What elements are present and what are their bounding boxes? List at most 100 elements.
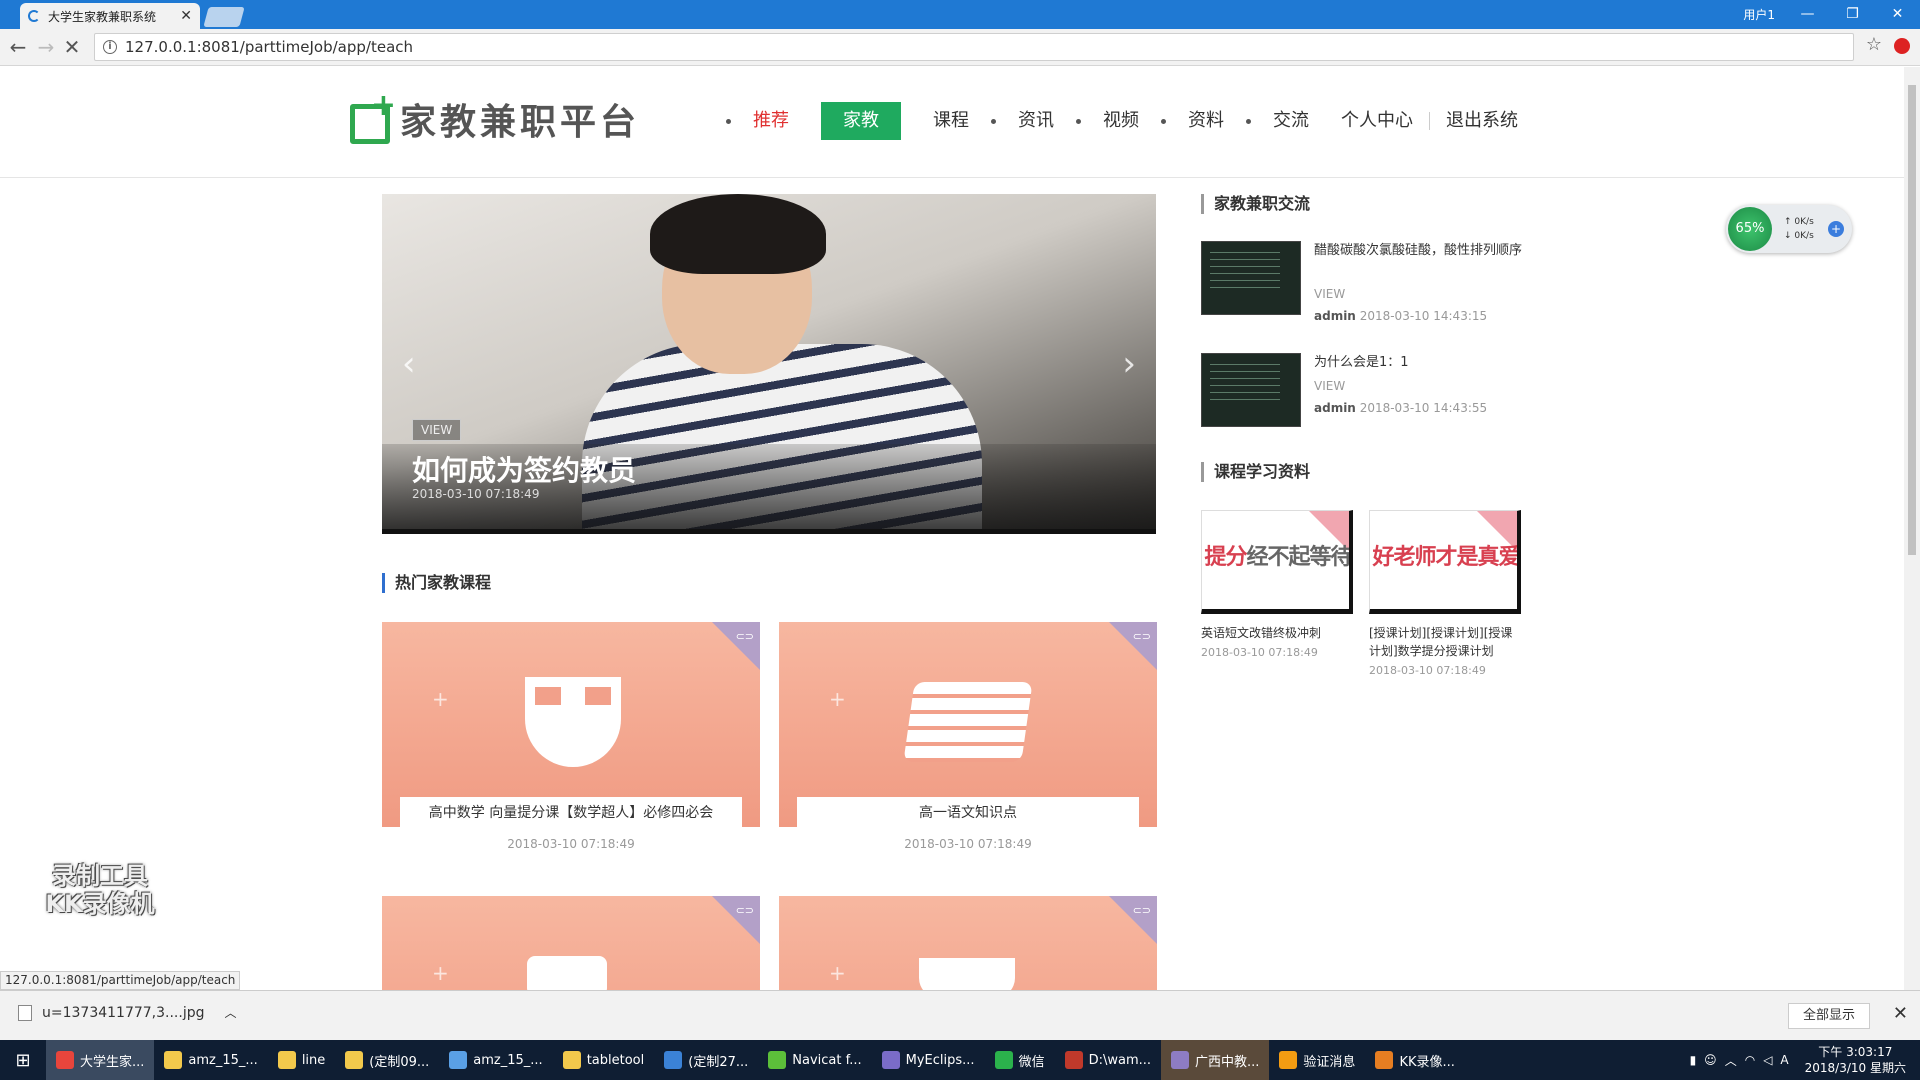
close-icon[interactable]: ✕ — [1893, 1003, 1908, 1024]
course-card[interactable]: ⊂⊃ + — [382, 896, 760, 990]
slider-prev-arrow[interactable]: ‹ — [402, 344, 416, 384]
taskbar-app-label: line — [301, 1052, 326, 1068]
clock[interactable]: 下午 3:03:17 2018/3/10 星期六 — [1805, 1044, 1906, 1076]
taskbar-app[interactable]: (定制09... — [335, 1040, 439, 1080]
material-date: 2018-03-10 07:18:49 — [1369, 664, 1486, 677]
slide-view-tag[interactable]: VIEW — [412, 419, 462, 441]
battery-icon[interactable]: ▮ — [1690, 1053, 1697, 1067]
taskbar-app[interactable]: tabletool — [553, 1040, 655, 1080]
plus-icon[interactable]: + — [1828, 221, 1844, 237]
app-icon — [562, 1051, 581, 1069]
taskbar-app[interactable]: MyEclips... — [872, 1040, 985, 1080]
material-name[interactable]: [授课计划][授课计划][授课计划]数学提分授课计划 — [1369, 624, 1521, 660]
close-window-button[interactable]: ✕ — [1875, 3, 1920, 25]
taskbar-app-label: D:\wam... — [1088, 1052, 1152, 1068]
stop-loading-icon[interactable]: ✕ — [60, 35, 84, 59]
tag-icon: ⊂⊃ — [1132, 904, 1151, 917]
volume-icon[interactable]: ◁ — [1763, 1053, 1772, 1067]
nav-video[interactable]: 视频 — [1087, 102, 1155, 140]
nav-exchange[interactable]: 交流 — [1257, 102, 1325, 140]
hero-slider[interactable]: ‹ › VIEW 如何成为签约教员 2018-03-10 07:18:49 — [382, 194, 1156, 534]
windows-start-icon[interactable]: ⊞ — [0, 1040, 46, 1080]
taskbar-app[interactable]: 广西中教... — [1161, 1040, 1270, 1080]
exchange-item[interactable]: 为什么会是1：1 VIEW admin 2018-03-10 14:43:55 — [1201, 353, 1531, 427]
logo-text: 家教兼职平台 — [400, 102, 641, 143]
exchange-thumbnail[interactable] — [1201, 241, 1301, 315]
material-thumb-red-2: 才是真爱 — [1435, 545, 1520, 570]
download-item[interactable]: u=1373411777,3....jpg ︿ — [18, 1004, 237, 1021]
forward-arrow-icon[interactable]: → — [34, 35, 58, 59]
site-logo[interactable]: + 家教兼职平台 — [350, 88, 641, 145]
back-arrow-icon[interactable]: ← — [6, 35, 30, 59]
bookmark-star-icon[interactable]: ☆ — [1866, 34, 1882, 55]
image-file-icon — [18, 1004, 32, 1021]
course-card[interactable]: ⊂⊃ + 高中数学 向量提分课【数学超人】必修四必会 2018-03-10 07… — [382, 622, 760, 851]
taskbar-app[interactable]: 大学生家... — [46, 1040, 155, 1080]
course-date: 2018-03-10 07:18:49 — [507, 837, 635, 851]
link-status-bar: 127.0.0.1:8081/parttimeJob/app/teach — [0, 971, 241, 990]
download-filename[interactable]: u=1373411777,3....jpg — [42, 1005, 205, 1021]
taskbar-app[interactable]: D:\wam... — [1055, 1040, 1161, 1080]
exchange-item-title[interactable]: 醋酸碳酸次氯酸硅酸，酸性排列顺序 — [1314, 241, 1524, 261]
material-item[interactable]: 好老师才是真爱 [授课计划][授课计划][授课计划]数学提分授课计划 2018-… — [1369, 510, 1521, 677]
course-thumbnail[interactable]: ⊂⊃ + — [779, 896, 1157, 990]
course-title[interactable]: 高中数学 向量提分课【数学超人】必修四必会 — [400, 797, 742, 827]
chevron-up-icon[interactable]: ︿ — [225, 1004, 237, 1021]
scrollbar-thumb[interactable] — [1908, 85, 1916, 555]
new-tab-button[interactable] — [203, 7, 245, 27]
app-icon — [277, 1051, 296, 1069]
nav-materials[interactable]: 资料 — [1172, 102, 1240, 140]
show-all-downloads-button[interactable]: 全部显示 — [1787, 1003, 1870, 1029]
nav-personal-center[interactable]: 个人中心 — [1325, 102, 1429, 140]
extension-icon[interactable] — [1894, 38, 1910, 54]
ime-icon[interactable]: A — [1780, 1053, 1788, 1067]
exchange-item-title[interactable]: 为什么会是1：1 — [1314, 353, 1524, 373]
taskbar-app[interactable]: (定制27... — [654, 1040, 758, 1080]
tag-icon: ⊂⊃ — [735, 630, 754, 643]
exchange-item[interactable]: 醋酸碳酸次氯酸硅酸，酸性排列顺序 VIEW admin 2018-03-10 1… — [1201, 241, 1531, 331]
tab-close-icon[interactable]: ✕ — [180, 8, 192, 24]
taskbar-app[interactable]: Navicat f... — [758, 1040, 871, 1080]
course-thumbnail[interactable]: ⊂⊃ + 高中数学 向量提分课【数学超人】必修四必会 — [382, 622, 760, 827]
material-item[interactable]: 提分经不起等待 英语短文改错终极冲刺 2018-03-10 07:18:49 — [1201, 510, 1353, 659]
nav-courses[interactable]: 课程 — [917, 102, 985, 140]
people-icon[interactable]: ☺ — [1704, 1053, 1717, 1067]
tab-title: 大学生家教兼职系统 — [48, 9, 157, 24]
course-card[interactable]: ⊂⊃ + — [779, 896, 1157, 990]
network-speed-widget[interactable]: 65% ↑ 0K/s ↓ 0K/s + — [1726, 205, 1852, 253]
info-icon[interactable]: i — [103, 40, 117, 54]
nav-recommend[interactable]: 推荐 — [737, 102, 805, 140]
exchange-view-link[interactable]: VIEW — [1314, 379, 1345, 393]
page-scrollbar[interactable] — [1904, 67, 1920, 990]
profile-user-label[interactable]: 用户1 — [1743, 6, 1775, 23]
material-name[interactable]: 英语短文改错终极冲刺 — [1201, 624, 1353, 642]
browser-tab[interactable]: 大学生家教兼职系统 ✕ — [20, 3, 200, 29]
app-icon — [1171, 1051, 1190, 1069]
slide-title[interactable]: 如何成为签约教员 — [412, 449, 636, 489]
exchange-thumbnail[interactable] — [1201, 353, 1301, 427]
nav-logout[interactable]: 退出系统 — [1430, 102, 1534, 140]
course-thumbnail[interactable]: ⊂⊃ + 高一语文知识点 — [779, 622, 1157, 827]
slider-next-arrow[interactable]: › — [1122, 344, 1136, 384]
taskbar-app[interactable]: amz_15_... — [439, 1040, 552, 1080]
exchange-view-link[interactable]: VIEW — [1314, 287, 1345, 301]
exchange-author: admin — [1314, 401, 1356, 415]
course-thumbnail[interactable]: ⊂⊃ + — [382, 896, 760, 990]
taskbar-app[interactable]: amz_15_... — [154, 1040, 267, 1080]
taskbar-app[interactable]: 微信 — [985, 1040, 1055, 1080]
course-card[interactable]: ⊂⊃ + 高一语文知识点 2018-03-10 07:18:49 — [779, 622, 1157, 851]
course-title[interactable]: 高一语文知识点 — [797, 797, 1139, 827]
url-input[interactable]: i 127.0.0.1:8081/parttimeJob/app/teach — [94, 33, 1854, 61]
material-thumbnail[interactable]: 好老师才是真爱 — [1369, 510, 1521, 614]
taskbar-app[interactable]: KK录像... — [1365, 1040, 1464, 1080]
nav-news[interactable]: 资讯 — [1002, 102, 1070, 140]
material-thumbnail[interactable]: 提分经不起等待 — [1201, 510, 1353, 614]
taskbar-app[interactable]: 验证消息 — [1269, 1040, 1365, 1080]
wifi-icon[interactable]: ◠ — [1745, 1053, 1755, 1067]
chevron-up-icon[interactable]: ︿ — [1725, 1052, 1737, 1069]
nav-tutoring[interactable]: 家教 — [821, 102, 901, 140]
minimize-button[interactable]: — — [1785, 3, 1830, 25]
restore-button[interactable]: ❐ — [1830, 3, 1875, 25]
taskbar-app[interactable]: line — [268, 1040, 335, 1080]
taskbar-app-label: amz_15_... — [188, 1052, 258, 1068]
